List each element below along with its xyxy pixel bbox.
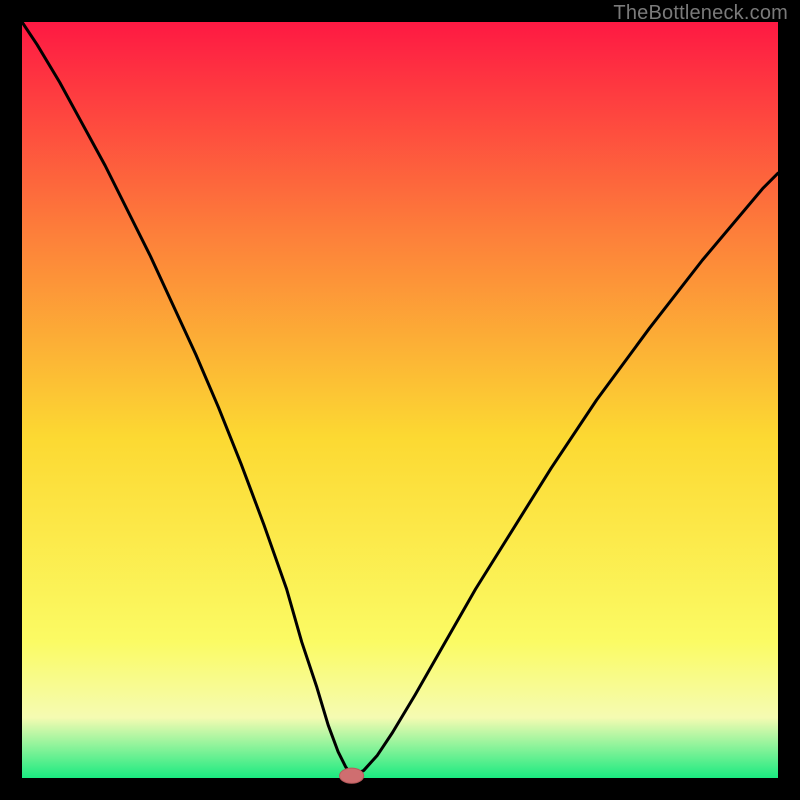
optimal-point-marker (340, 768, 364, 783)
watermark-text: TheBottleneck.com (613, 2, 788, 25)
plot-background (22, 22, 778, 778)
chart-container: TheBottleneck.com (0, 0, 800, 800)
bottleneck-chart (0, 0, 800, 800)
